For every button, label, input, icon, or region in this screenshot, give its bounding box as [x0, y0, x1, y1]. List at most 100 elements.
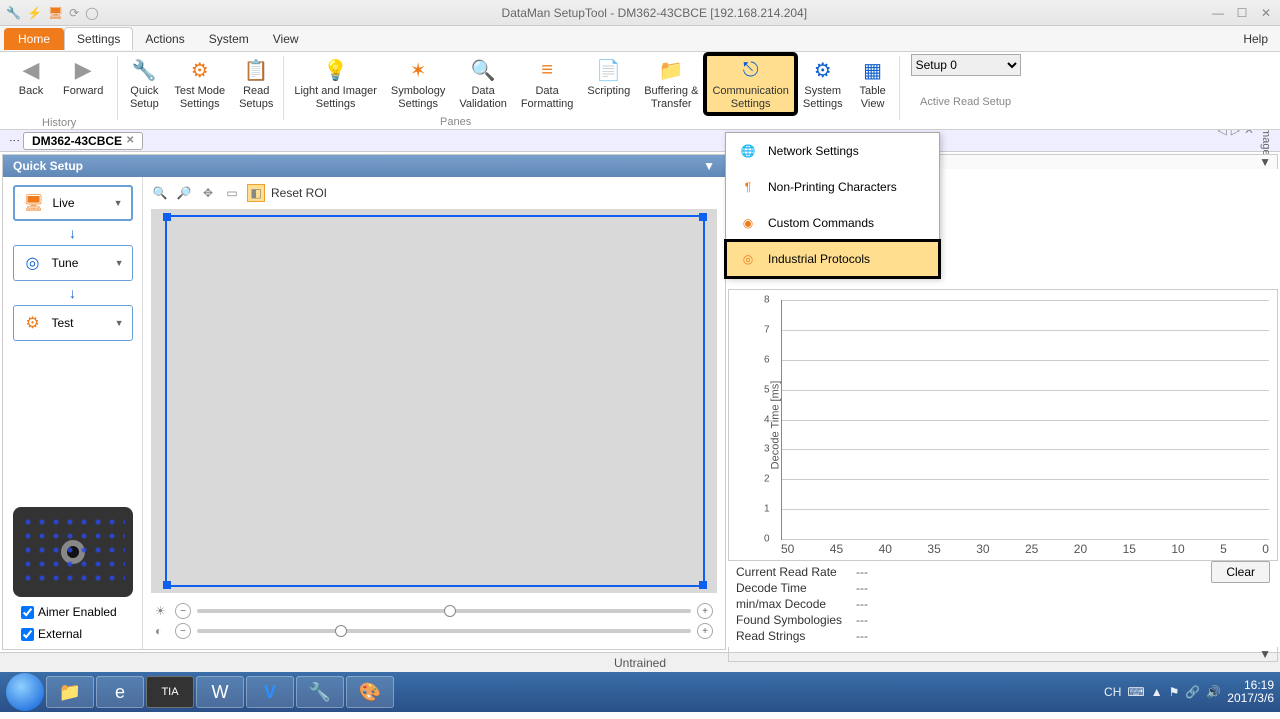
device-image — [13, 507, 133, 597]
arrow-down-icon: ↓ — [69, 285, 76, 301]
menu-home[interactable]: Home — [4, 28, 64, 50]
minimize-button[interactable]: — — [1210, 5, 1226, 21]
target-icon[interactable]: ✥ — [199, 184, 217, 202]
device-tab[interactable]: DM362-43CBCE ✕ — [23, 132, 143, 150]
history-label: History — [42, 116, 76, 130]
document-tab-strip: ⋮ DM362-43CBCE ✕ ◁ ▷ ✕ Image — [0, 130, 1280, 152]
active-read-setup-select[interactable]: Setup 0 — [911, 54, 1021, 76]
windows-taskbar: 📁 e TIA W V 🔧 🎨 CH ⌨ ▲ ⚑ 🔗 🔊 16:192017/3… — [0, 672, 1280, 712]
explorer-task[interactable]: 📁 — [46, 676, 94, 708]
menu-bar: Home Settings Actions System View Help — [0, 26, 1280, 52]
contrast-slider[interactable]: ◐−+ — [155, 621, 713, 641]
status-text: Untrained — [614, 656, 666, 670]
network-settings-item[interactable]: 🌐Network Settings — [726, 133, 939, 169]
image-roi-area[interactable] — [151, 209, 717, 593]
light-imager-button[interactable]: 💡Light and Imager Settings — [287, 54, 384, 114]
decode-time-chart: Decode Time [ms] 012345678 5045403530252… — [728, 289, 1278, 561]
network-tray-icon[interactable]: 🔗 — [1185, 685, 1200, 699]
window-title: DataMan SetupTool - DM362-43CBCE [192.16… — [99, 6, 1210, 20]
system-settings-button[interactable]: ⚙System Settings — [796, 54, 850, 114]
zoom-out-icon[interactable]: 🔎 — [175, 184, 193, 202]
image-side-tab-left[interactable]: ⋮ — [6, 133, 23, 148]
v-task[interactable]: V — [246, 676, 294, 708]
menu-actions[interactable]: Actions — [133, 28, 196, 50]
panel-dropdown-icon[interactable]: ▼ — [1259, 155, 1271, 169]
gear-icon: ⚙ — [22, 312, 44, 334]
menu-system[interactable]: System — [197, 28, 261, 50]
scripting-button[interactable]: 📄Scripting — [580, 54, 637, 101]
eye-icon: ◉ — [738, 213, 758, 233]
roi-handle-tr[interactable] — [699, 213, 707, 221]
bolt-icon: ⚡ — [27, 6, 42, 20]
tray-up-icon[interactable]: ▲ — [1151, 685, 1163, 699]
quick-setup-button[interactable]: 🔧Quick Setup — [121, 54, 167, 114]
custom-commands-item[interactable]: ◉Custom Commands — [726, 205, 939, 241]
live-step-button[interactable]: 🖥Live▼ — [13, 185, 133, 221]
external-checkbox[interactable]: External — [11, 627, 82, 641]
roi-icon[interactable]: ◧ — [247, 184, 265, 202]
menu-settings[interactable]: Settings — [64, 27, 133, 50]
table-view-button[interactable]: ▦Table View — [850, 54, 896, 114]
test-step-button[interactable]: ⚙Test▼ — [13, 305, 133, 341]
brightness-slider[interactable]: ☀−+ — [155, 601, 713, 621]
monitor-icon[interactable]: 🖥 — [48, 6, 63, 20]
volume-icon[interactable]: 🔊 — [1206, 685, 1221, 699]
roi-rectangle[interactable] — [165, 215, 705, 587]
menu-view[interactable]: View — [261, 28, 311, 50]
roi-handle-br[interactable] — [699, 581, 707, 589]
tune-step-button[interactable]: ◎Tune▼ — [13, 245, 133, 281]
quick-setup-header: Quick Setup ▼ — [3, 155, 725, 177]
close-button[interactable]: ✕ — [1258, 5, 1274, 21]
glyph-icon: ¶ — [738, 177, 758, 197]
fit-icon[interactable]: ▭ — [223, 184, 241, 202]
industrial-protocols-item[interactable]: ◎Industrial Protocols — [726, 241, 939, 277]
circle-icon[interactable]: ◯ — [85, 6, 98, 20]
panel-footer[interactable]: ▼ — [728, 647, 1278, 662]
communication-settings-button[interactable]: ⎋Communication Settings — [705, 54, 795, 114]
app-icon: 🔧 — [6, 6, 21, 20]
ime-indicator[interactable]: CH — [1104, 685, 1121, 699]
tab-label: DM362-43CBCE — [32, 134, 122, 148]
reset-roi-button[interactable]: Reset ROI — [271, 186, 327, 200]
symbology-button[interactable]: ✶Symbology Settings — [384, 54, 452, 114]
network-icon: 🌐 — [738, 141, 758, 161]
data-formatting-button[interactable]: ≡Data Formatting — [514, 54, 581, 114]
clock[interactable]: 16:192017/3/6 — [1227, 679, 1274, 705]
word-task[interactable]: W — [196, 676, 244, 708]
image-toolbar: 🔍 🔎 ✥ ▭ ◧ Reset ROI — [147, 181, 721, 205]
step-column: 🖥Live▼ ↓ ◎Tune▼ ↓ ⚙Test▼ Aimer Enabled E… — [3, 177, 143, 649]
roi-handle-bl[interactable] — [163, 581, 171, 589]
paint-task[interactable]: 🎨 — [346, 676, 394, 708]
ie-task[interactable]: e — [96, 676, 144, 708]
read-setups-button[interactable]: 📋Read Setups — [232, 54, 280, 114]
protocol-icon: ◎ — [738, 249, 758, 269]
keyboard-icon[interactable]: ⌨ — [1127, 685, 1144, 699]
stats-panel: Clear Current Read Rate--- Decode Time--… — [728, 561, 1278, 647]
test-mode-button[interactable]: ⚙Test Mode Settings — [167, 54, 232, 114]
right-panel: 🌐Network Settings ¶Non-Printing Characte… — [728, 154, 1278, 650]
chevron-down-icon[interactable]: ▼ — [703, 159, 715, 173]
buffering-button[interactable]: 📁Buffering & Transfer — [637, 54, 705, 114]
refresh-icon[interactable]: ⟳ — [69, 6, 79, 20]
dataman-task[interactable]: 🔧 — [296, 676, 344, 708]
tune-icon: ◎ — [22, 252, 44, 274]
quick-setup-title: Quick Setup — [13, 159, 83, 173]
nonprinting-chars-item[interactable]: ¶Non-Printing Characters — [726, 169, 939, 205]
data-validation-button[interactable]: 🔍Data Validation — [452, 54, 514, 114]
arrow-down-icon: ↓ — [69, 225, 76, 241]
zoom-in-icon[interactable]: 🔍 — [151, 184, 169, 202]
forward-button[interactable]: ▶Forward — [56, 54, 110, 101]
aimer-enabled-checkbox[interactable]: Aimer Enabled — [11, 605, 117, 619]
close-tab-icon[interactable]: ✕ — [126, 135, 134, 146]
ribbon: ◀Back ▶Forward History 🔧Quick Setup ⚙Tes… — [0, 52, 1280, 130]
clear-button[interactable]: Clear — [1211, 561, 1270, 583]
monitor-icon: 🖥 — [23, 192, 45, 214]
flag-icon[interactable]: ⚑ — [1169, 685, 1180, 699]
start-button[interactable] — [6, 673, 44, 711]
maximize-button[interactable]: ☐ — [1234, 5, 1250, 21]
tia-task[interactable]: TIA — [146, 676, 194, 708]
title-bar: 🔧 ⚡ 🖥 ⟳ ◯ DataMan SetupTool - DM362-43CB… — [0, 0, 1280, 26]
menu-help[interactable]: Help — [1231, 28, 1280, 50]
roi-handle-tl[interactable] — [163, 213, 171, 221]
back-button[interactable]: ◀Back — [8, 54, 54, 101]
